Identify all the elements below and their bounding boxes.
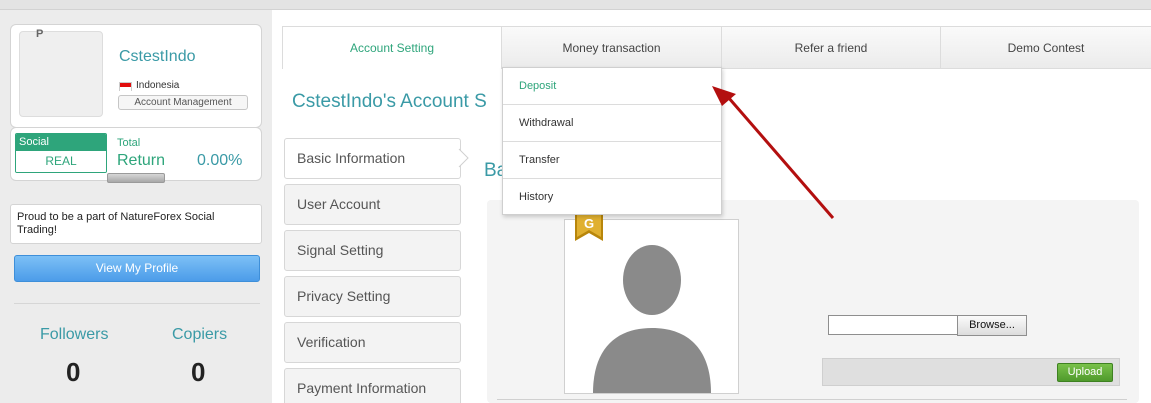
return-value: 0.00% <box>197 152 243 169</box>
avatar[interactable]: P <box>19 28 103 117</box>
profile-photo <box>564 219 739 394</box>
return-label: Return <box>117 152 166 169</box>
sidebar-divider <box>14 303 260 304</box>
money-transaction-dropdown: Deposit Withdrawal Transfer History <box>502 67 722 215</box>
view-profile-button[interactable]: View My Profile <box>14 255 260 282</box>
profile-tagline: Proud to be a part of NatureForex Social… <box>10 204 262 244</box>
upload-button[interactable]: Upload <box>1057 363 1113 382</box>
browse-button[interactable]: Browse... <box>957 315 1027 336</box>
page-title: CstestIndo's Account S <box>292 91 487 112</box>
tab-money-transaction[interactable]: Money transaction <box>501 27 721 69</box>
indonesia-flag-icon <box>119 82 132 91</box>
social-label: Social <box>16 134 106 151</box>
file-path-input[interactable] <box>828 315 958 335</box>
country-label: Indonesia <box>136 80 180 91</box>
panel-divider <box>497 399 1127 400</box>
menu-item-withdrawal[interactable]: Withdrawal <box>503 105 721 142</box>
followers-count: 0 <box>66 357 81 387</box>
nav-verification[interactable]: Verification <box>284 322 461 363</box>
followers-label: Followers <box>40 326 109 343</box>
main-tabs: Account Setting Money transaction Refer … <box>282 26 1151 69</box>
nav-user-account[interactable]: User Account <box>284 184 461 225</box>
menu-item-history[interactable]: History <box>503 179 721 216</box>
account-management-button[interactable]: Account Management <box>118 95 248 110</box>
badge-letter: G <box>584 216 594 231</box>
level-badge-icon: G <box>575 215 603 241</box>
nav-basic-information[interactable]: Basic Information <box>284 138 461 179</box>
total-label: Total <box>117 137 141 149</box>
nav-payment-information[interactable]: Payment Information <box>284 368 461 403</box>
user-silhouette-icon <box>593 245 711 393</box>
copiers-count: 0 <box>191 357 206 387</box>
avatar-letter: P <box>36 28 44 40</box>
top-strip <box>0 0 1151 10</box>
profile-card: P CstestIndo Indonesia Account Managemen… <box>10 24 262 128</box>
tab-refer-a-friend[interactable]: Refer a friend <box>721 27 940 69</box>
username[interactable]: CstestIndo <box>119 48 195 66</box>
collapse-handle[interactable] <box>107 173 165 183</box>
nav-privacy-setting[interactable]: Privacy Setting <box>284 276 461 317</box>
menu-item-transfer[interactable]: Transfer <box>503 142 721 179</box>
nav-signal-setting[interactable]: Signal Setting <box>284 230 461 271</box>
account-type: REAL <box>16 151 106 172</box>
tab-demo-contest[interactable]: Demo Contest <box>940 27 1151 69</box>
account-type-badge: Social REAL <box>15 133 107 173</box>
profile-sidebar: P CstestIndo Indonesia Account Managemen… <box>0 10 272 403</box>
menu-item-deposit[interactable]: Deposit <box>503 68 721 105</box>
chevron-right-icon <box>458 148 469 168</box>
copiers-label: Copiers <box>172 326 228 343</box>
tab-account-setting[interactable]: Account Setting <box>282 27 501 69</box>
